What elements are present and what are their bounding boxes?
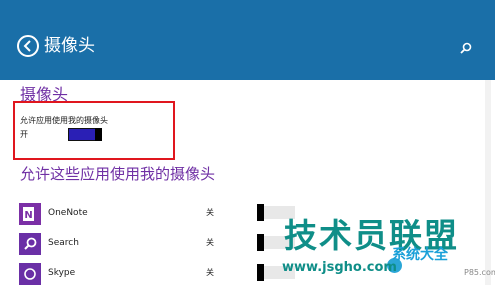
- app-state: 关: [206, 238, 214, 247]
- app-name: OneNote: [48, 208, 88, 218]
- search-icon: [460, 42, 472, 54]
- app-state: 关: [206, 268, 214, 277]
- toggle-thumb: [257, 204, 264, 221]
- toggle-thumb: [95, 128, 102, 141]
- allow-camera-state: 开: [20, 130, 28, 139]
- back-button[interactable]: [17, 35, 39, 57]
- allow-camera-toggle[interactable]: [68, 128, 102, 141]
- watermark: 技术员联盟 系统大全 www.jsgho.com P85.com: [268, 218, 495, 285]
- watermark-url: www.jsgho.com: [282, 260, 397, 275]
- watermark-side-text: 系统大全: [392, 247, 448, 263]
- app-name: Skype: [48, 268, 76, 278]
- apps-section-title: 允许这些应用使用我的摄像头: [20, 165, 216, 183]
- app-state: 关: [206, 208, 214, 217]
- back-arrow-icon: [23, 40, 31, 52]
- onenote-icon: N: [19, 203, 41, 225]
- search-button[interactable]: [459, 40, 473, 54]
- app-header: 摄像头: [0, 0, 495, 80]
- allow-camera-label: 允许应用使用我的摄像头: [20, 116, 108, 125]
- app-name: Search: [48, 238, 79, 248]
- watermark-small-text: P85.com: [464, 268, 495, 277]
- search-app-icon: [19, 233, 41, 255]
- toggle-thumb: [257, 264, 264, 281]
- toggle-thumb: [257, 234, 264, 251]
- page-title: 摄像头: [44, 36, 95, 56]
- svg-text:N: N: [24, 210, 32, 221]
- skype-icon: [19, 263, 41, 285]
